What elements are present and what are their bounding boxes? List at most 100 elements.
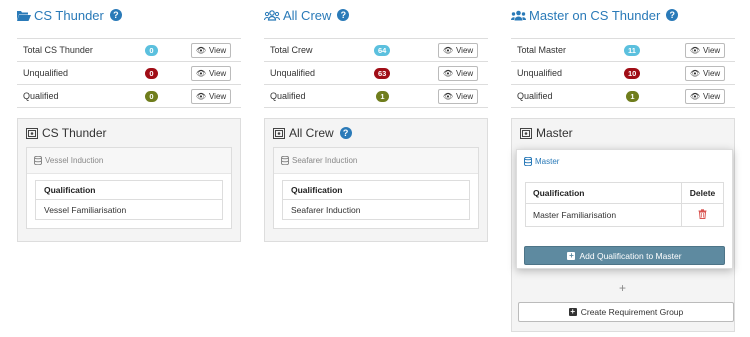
count-badge: 63 [374,67,391,79]
group-header[interactable]: Vessel Induction [27,148,231,174]
stat-label: Unqualified [23,68,69,78]
panel-title: All Crew [289,126,334,140]
view-button[interactable]: 👁 View [191,42,231,58]
group-header[interactable]: Master [517,150,732,172]
column-title-text: Master on CS Thunder [529,7,661,23]
group-header[interactable]: Seafarer Induction [274,148,478,174]
master-requirement-group: Master Qualification Delete Master Famil… [516,149,733,269]
plus-square-icon: + [568,307,577,316]
count-badge: 1 [376,90,389,102]
column-title: CS Thunder ? [17,0,241,30]
table-header: Qualification [36,181,222,200]
stat-row-total: Total Crew 64 👁 View [264,39,488,62]
panel-header: CS Thunder [18,119,240,147]
stat-label: Unqualified [517,68,563,78]
help-icon[interactable]: ? [109,9,122,21]
column-master: Master on CS Thunder ? Total Master 11 👁… [511,0,735,332]
eye-icon: 👁 [442,45,453,55]
column-title-text: CS Thunder [34,7,104,23]
stat-label: Qualified [23,91,59,101]
view-button[interactable]: 👁 View [438,65,478,81]
requirement-panel: CS Thunder Vessel Induction Qualificatio… [17,118,241,242]
user-group-icon [511,10,526,21]
requirement-group: Seafarer Induction Qualification Seafare… [273,147,479,229]
stat-label: Total CS Thunder [23,45,93,55]
add-group-plus[interactable]: + [619,281,626,295]
stat-row-total: Total CS Thunder 0 👁 View [17,39,241,62]
stat-label: Total Master [517,45,567,55]
count-badge: 0 [145,44,158,56]
column-title-text: All Crew [283,7,332,23]
add-qualification-button[interactable]: + Add Qualification to Master [524,246,725,265]
help-icon[interactable]: ? [337,9,350,21]
count-badge: 0 [145,90,158,102]
view-button[interactable]: 👁 View [191,65,231,81]
table-row: Seafarer Induction [291,204,361,215]
view-button[interactable]: 👁 View [438,42,478,58]
eye-icon: 👁 [442,68,453,78]
stats-table: Total Crew 64 👁 View Unqualified 63 👁 View… [264,38,488,108]
count-badge: 10 [624,67,641,79]
stat-row-qualified: Qualified 0 👁 View [17,85,241,108]
count-badge: 64 [374,44,391,56]
users-icon [264,9,280,21]
eye-icon: 👁 [689,45,700,55]
panel-title: CS Thunder [42,126,107,140]
delete-header: Delete [681,183,723,203]
stat-row-qualified: Qualified 1 👁 View [511,85,735,108]
stats-table: Total Master 11 👁 View Unqualified 10 👁 Vi… [511,38,735,108]
eye-icon: 👁 [195,68,206,78]
stat-label: Unqualified [270,68,316,78]
stat-row-unqualified: Unqualified 0 👁 View [17,62,241,85]
panel-title: Master [536,126,573,140]
database-icon [281,156,289,165]
view-button[interactable]: 👁 View [191,88,231,104]
delete-cell [681,204,723,226]
qualification-header: Qualification [533,188,585,198]
folder-open-icon [17,10,31,21]
trash-icon[interactable] [698,209,707,221]
plus-square-icon: + [567,250,576,260]
count-badge: 1 [626,90,639,102]
view-button[interactable]: 👁 View [685,42,725,58]
count-badge: 0 [145,67,158,79]
qualification-table: Qualification Vessel Familiarisation [35,180,223,220]
eye-icon: 👁 [689,91,700,101]
help-icon[interactable]: ? [339,127,352,139]
stat-row-qualified: Qualified 1 👁 View [264,85,488,108]
qualification-table: Qualification Seafarer Induction [282,180,470,220]
view-button[interactable]: 👁 View [685,65,725,81]
column-cs-thunder: CS Thunder ? Total CS Thunder 0 👁 View Un… [17,0,241,242]
requirement-panel: All Crew ? Seafarer Induction Qualificat… [264,118,488,242]
qualification-table: Qualification Delete Master Familiarisat… [525,182,724,227]
count-badge: 11 [624,44,640,56]
requirement-group: Vessel Induction Qualification Vessel Fa… [26,147,232,229]
stats-table: Total CS Thunder 0 👁 View Unqualified 0 👁… [17,38,241,108]
qualification-name: Master Familiarisation [533,210,617,220]
view-button[interactable]: 👁 View [438,88,478,104]
id-card-icon [273,127,285,139]
stat-label: Total Crew [270,45,313,55]
panel-header: All Crew ? [265,119,487,147]
stat-row-total: Total Master 11 👁 View [511,39,735,62]
column-title: All Crew ? [264,0,488,30]
table-header-row: Qualification Delete [526,183,723,203]
stat-row-unqualified: Unqualified 63 👁 View [264,62,488,85]
eye-icon: 👁 [195,45,206,55]
view-button[interactable]: 👁 View [685,88,725,104]
stat-label: Qualified [270,91,306,101]
column-all-crew: All Crew ? Total Crew 64 👁 View Unqualifi… [264,0,488,242]
database-icon [34,156,42,165]
eye-icon: 👁 [689,68,700,78]
table-row: Master Familiarisation [526,203,723,226]
table-header: Qualification [283,181,469,200]
group-title: Seafarer Induction [292,156,358,165]
group-title: Vessel Induction [45,156,104,165]
stat-label: Qualified [517,91,553,101]
group-title: Master [535,156,560,166]
id-card-icon [520,127,532,139]
create-requirement-group-button[interactable]: + Create Requirement Group [518,302,734,322]
help-icon[interactable]: ? [666,9,679,21]
database-icon [524,156,532,166]
panel-header: Master [512,119,734,147]
